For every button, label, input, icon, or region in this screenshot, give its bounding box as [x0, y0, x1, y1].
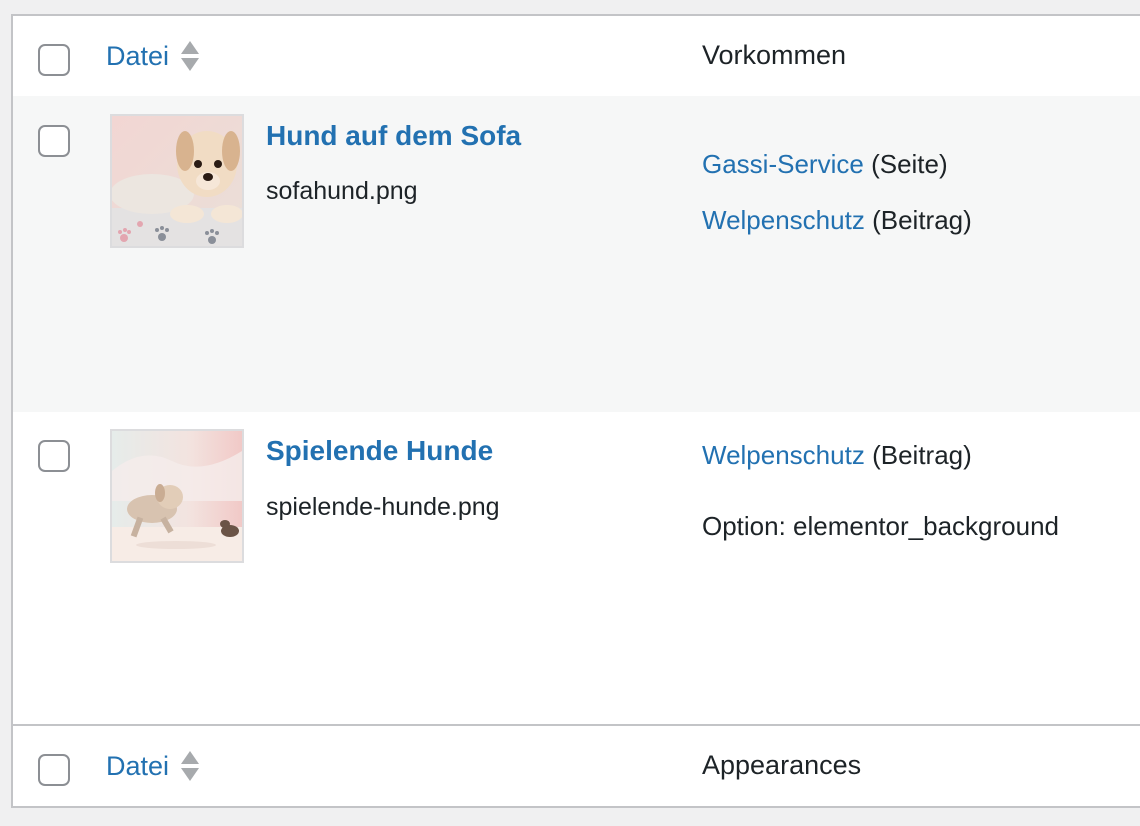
select-all-checkbox[interactable] — [38, 44, 70, 76]
usage-type: (Beitrag) — [872, 440, 972, 470]
sort-arrows-icon — [181, 39, 200, 73]
usage-type: (Beitrag) — [872, 205, 972, 235]
playing-dogs-image — [112, 431, 242, 561]
usage-link-gassi-service[interactable]: Gassi-Service — [702, 149, 864, 179]
table-row: Spielende Hunde spielende-hunde.png Welp… — [13, 412, 1140, 728]
sort-by-file-link-footer[interactable]: Datei — [106, 746, 200, 786]
table-header: Datei Vorkommen — [13, 16, 1140, 98]
usage-entry: Welpenschutz (Beitrag) — [702, 205, 972, 236]
file-name: sofahund.png — [266, 177, 418, 205]
media-usage-table: Datei Vorkommen Hund auf dem Sofa sofahu… — [11, 14, 1140, 808]
file-name: spielende-hunde.png — [266, 493, 500, 521]
usage-column-label-footer: Appearances — [702, 750, 862, 780]
puppy-on-sofa-thumbnail[interactable] — [110, 114, 244, 248]
row-checkbox[interactable] — [38, 125, 70, 157]
usage-link-welpenschutz[interactable]: Welpenschutz — [702, 440, 865, 470]
puppy-on-sofa-image — [112, 116, 242, 246]
sort-by-file-link[interactable]: Datei — [106, 36, 200, 76]
usage-column-label: Vorkommen — [702, 40, 847, 70]
table-row: Hund auf dem Sofa sofahund.png Gassi-Ser… — [13, 96, 1140, 412]
usage-option-text: Option: elementor_background — [702, 511, 1060, 541]
file-title-link[interactable]: Hund auf dem Sofa — [266, 120, 521, 152]
file-title-link[interactable]: Spielende Hunde — [266, 435, 493, 467]
usage-entry: Gassi-Service (Seite) — [702, 149, 948, 180]
usage-link-welpenschutz[interactable]: Welpenschutz — [702, 205, 865, 235]
file-column-label: Datei — [106, 750, 170, 781]
usage-entry: Welpenschutz (Beitrag) — [702, 440, 972, 471]
select-all-checkbox-footer[interactable] — [38, 754, 70, 786]
file-column-label: Datei — [106, 40, 170, 71]
sort-arrows-icon — [181, 749, 200, 783]
playing-dogs-thumbnail[interactable] — [110, 429, 244, 563]
row-checkbox[interactable] — [38, 440, 70, 472]
table-footer: Datei Appearances — [13, 724, 1140, 806]
usage-type: (Seite) — [871, 149, 948, 179]
